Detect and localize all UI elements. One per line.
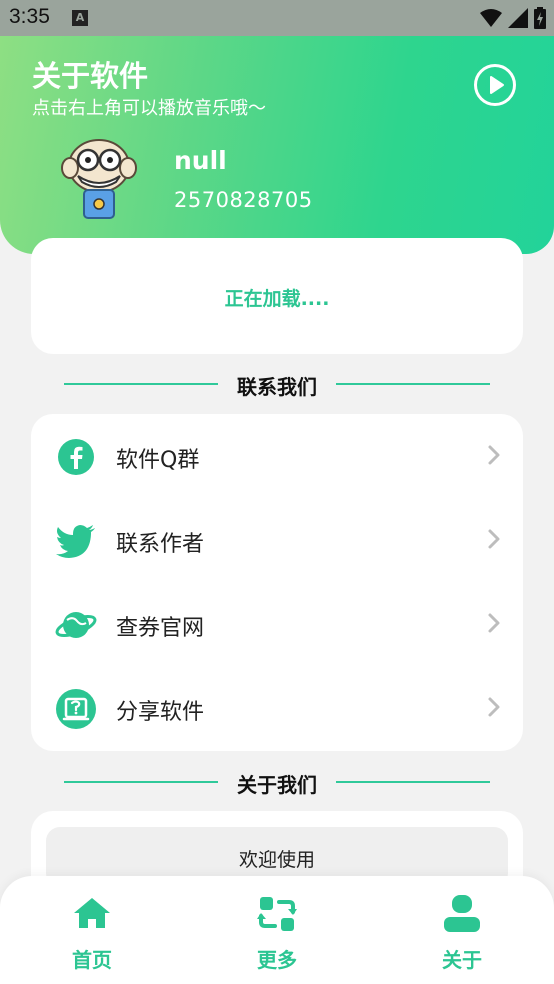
status-icons bbox=[480, 7, 546, 29]
header: 关于软件 点击右上角可以播放音乐哦～ null 2570828705 bbox=[0, 36, 554, 254]
contact-item-label: 软件Q群 bbox=[116, 448, 200, 473]
chevron-right-icon bbox=[488, 613, 500, 633]
user-name: null bbox=[174, 146, 227, 175]
nav-item-home[interactable]: 首页 bbox=[42, 890, 142, 976]
contact-item-label: 查券官网 bbox=[116, 616, 205, 641]
chevron-right-icon bbox=[488, 529, 500, 549]
about-section-header: 关于我们 bbox=[0, 767, 554, 797]
signal-icon bbox=[508, 8, 528, 28]
chevron-right-icon bbox=[488, 697, 500, 717]
avatar bbox=[61, 139, 137, 219]
battery-icon bbox=[534, 7, 546, 29]
nav-item-label: 更多 bbox=[257, 948, 297, 972]
twitter-icon bbox=[56, 525, 95, 558]
bottom-nav: 首页 更多 关于 bbox=[0, 876, 554, 984]
contact-item-share[interactable]: 分享软件 bbox=[31, 666, 523, 750]
contact-item-website[interactable]: 查券官网 bbox=[31, 582, 523, 666]
nav-item-about[interactable]: 关于 bbox=[412, 890, 512, 976]
contact-card: 软件Q群 联系作者 查券官网 分享软件 bbox=[31, 414, 523, 751]
contact-item-label: 分享软件 bbox=[116, 700, 205, 725]
user-icon bbox=[444, 895, 480, 932]
about-section-title: 关于我们 bbox=[237, 773, 317, 797]
chevron-right-icon bbox=[488, 445, 500, 465]
play-button[interactable] bbox=[474, 64, 516, 106]
nav-item-label: 关于 bbox=[442, 948, 482, 972]
facebook-icon bbox=[58, 439, 94, 475]
welcome-text: 欢迎使用 bbox=[238, 849, 315, 871]
contact-item-author[interactable]: 联系作者 bbox=[31, 498, 523, 582]
divider-line bbox=[336, 383, 490, 385]
contact-section-title: 联系我们 bbox=[237, 375, 317, 399]
page-title: 关于软件 bbox=[32, 59, 149, 93]
play-circle-icon bbox=[490, 76, 504, 94]
page-subtitle: 点击右上角可以播放音乐哦～ bbox=[32, 98, 266, 119]
contact-item-qq-group[interactable]: 软件Q群 bbox=[31, 414, 523, 498]
contact-section-header: 联系我们 bbox=[0, 369, 554, 399]
status-bar: 3:35 A bbox=[0, 0, 554, 36]
user-id: 2570828705 bbox=[174, 188, 313, 212]
nav-item-label: 首页 bbox=[72, 948, 112, 972]
home-icon bbox=[74, 898, 110, 928]
status-time: 3:35 bbox=[9, 5, 50, 28]
divider-line bbox=[336, 781, 490, 783]
loading-card: 正在加载.... bbox=[31, 238, 523, 354]
contact-item-label: 联系作者 bbox=[116, 532, 205, 557]
wifi-icon bbox=[480, 9, 502, 27]
planet-icon bbox=[55, 612, 97, 638]
refresh-icon bbox=[257, 897, 297, 931]
nav-item-more[interactable]: 更多 bbox=[227, 890, 327, 976]
notification-icon: A bbox=[72, 10, 88, 26]
share-box-icon bbox=[56, 689, 96, 729]
loading-text: 正在加载.... bbox=[224, 288, 330, 310]
